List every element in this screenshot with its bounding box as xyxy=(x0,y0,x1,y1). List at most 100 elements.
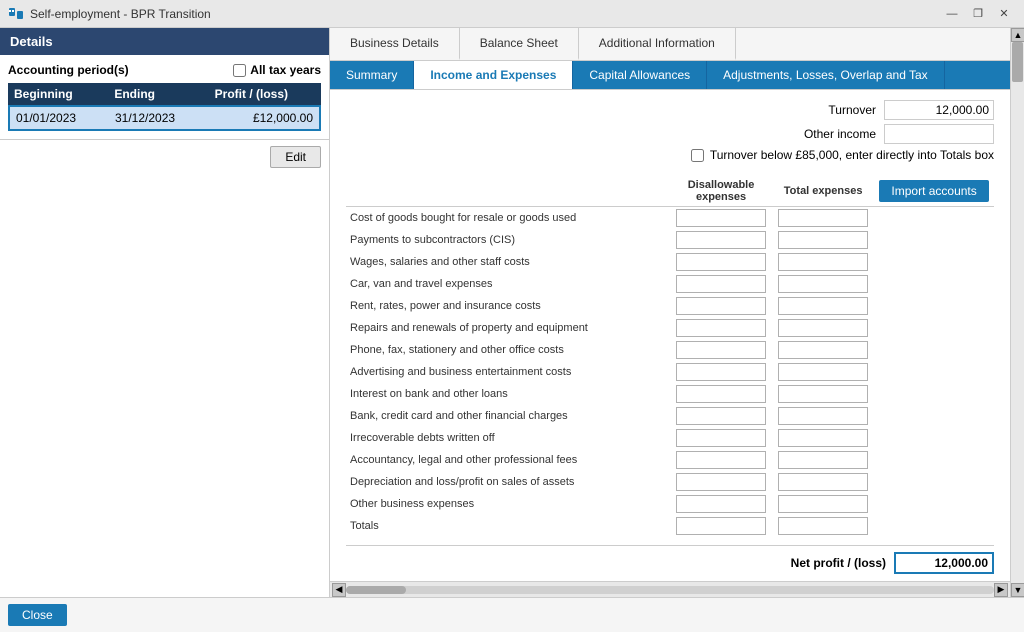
row-ending: 31/12/2023 xyxy=(115,111,214,125)
table-row: Payments to subcontractors (CIS) xyxy=(346,229,994,251)
disallowable-input[interactable] xyxy=(676,473,766,491)
edit-button[interactable]: Edit xyxy=(270,146,321,168)
expense-label: Repairs and renewals of property and equ… xyxy=(346,317,670,339)
total-input[interactable] xyxy=(778,341,868,359)
total-cell xyxy=(772,339,874,361)
disallowable-input[interactable] xyxy=(676,385,766,403)
all-tax-years-checkbox[interactable] xyxy=(233,64,246,77)
other-income-row: Other income xyxy=(786,124,994,144)
disallowable-input[interactable] xyxy=(676,275,766,293)
expense-label: Car, van and travel expenses xyxy=(346,273,670,295)
scroll-down-arrow[interactable]: ▼ xyxy=(1011,583,1024,597)
spacer-cell xyxy=(874,273,994,295)
disallowable-input[interactable] xyxy=(676,363,766,381)
col-total: Total expenses xyxy=(772,176,874,207)
total-cell xyxy=(772,207,874,230)
net-profit-row: Net profit / (loss) xyxy=(346,545,994,574)
below-85k-checkbox[interactable] xyxy=(691,149,704,162)
title-bar: Self-employment - BPR Transition — ❐ ✕ xyxy=(0,0,1024,28)
disallowable-input[interactable] xyxy=(676,429,766,447)
spacer-cell xyxy=(874,405,994,427)
below-85k-label: Turnover below £85,000, enter directly i… xyxy=(710,148,994,162)
total-input[interactable] xyxy=(778,253,868,271)
disallowable-cell xyxy=(670,361,772,383)
right-panel: Business Details Balance Sheet Additiona… xyxy=(330,28,1010,597)
disallowable-cell xyxy=(670,383,772,405)
disallowable-input[interactable] xyxy=(676,517,766,535)
tab-additional-information[interactable]: Additional Information xyxy=(579,28,736,60)
disallowable-input[interactable] xyxy=(676,451,766,469)
total-input[interactable] xyxy=(778,495,868,513)
title-bar-controls: — ❐ ✕ xyxy=(940,5,1016,23)
total-input[interactable] xyxy=(778,363,868,381)
total-input[interactable] xyxy=(778,209,868,227)
scroll-left-arrow[interactable]: ◀ xyxy=(332,583,346,597)
disallowable-input[interactable] xyxy=(676,319,766,337)
disallowable-input[interactable] xyxy=(676,341,766,359)
net-profit-input[interactable] xyxy=(894,552,994,574)
tab-business-details[interactable]: Business Details xyxy=(330,28,460,60)
horizontal-scrollbar[interactable]: ◀ ▶ xyxy=(330,581,1010,597)
total-input[interactable] xyxy=(778,297,868,315)
spacer-cell xyxy=(874,471,994,493)
expenses-table: Disallowable expenses Total expenses Imp… xyxy=(346,176,994,537)
total-input[interactable] xyxy=(778,451,868,469)
total-cell xyxy=(772,515,874,537)
disallowable-input[interactable] xyxy=(676,407,766,425)
sub-tab-adjustments[interactable]: Adjustments, Losses, Overlap and Tax xyxy=(707,61,945,89)
import-accounts-button[interactable]: Import accounts xyxy=(879,180,988,202)
spacer-cell xyxy=(874,339,994,361)
expense-label: Rent, rates, power and insurance costs xyxy=(346,295,670,317)
sub-tab-summary[interactable]: Summary xyxy=(330,61,414,89)
total-cell xyxy=(772,405,874,427)
spacer-cell xyxy=(874,515,994,537)
disallowable-cell xyxy=(670,471,772,493)
total-input[interactable] xyxy=(778,385,868,403)
close-window-button[interactable]: ✕ xyxy=(992,5,1016,23)
total-cell xyxy=(772,493,874,515)
total-input[interactable] xyxy=(778,429,868,447)
total-cell xyxy=(772,427,874,449)
main-content: Details Accounting period(s) All tax yea… xyxy=(0,28,1024,597)
total-cell xyxy=(772,361,874,383)
scroll-right-arrow[interactable]: ▶ xyxy=(994,583,1008,597)
tab-balance-sheet[interactable]: Balance Sheet xyxy=(460,28,579,60)
vertical-scrollbar[interactable]: ▲ ▼ xyxy=(1010,28,1024,597)
disallowable-input[interactable] xyxy=(676,209,766,227)
total-input[interactable] xyxy=(778,231,868,249)
disallowable-input[interactable] xyxy=(676,495,766,513)
scrollbar-thumb xyxy=(346,586,406,594)
minimize-button[interactable]: — xyxy=(940,5,964,23)
disallowable-input[interactable] xyxy=(676,253,766,271)
table-row: Accountancy, legal and other professiona… xyxy=(346,449,994,471)
col-expense-name xyxy=(346,176,670,207)
sub-tab-income-expenses[interactable]: Income and Expenses xyxy=(414,61,573,89)
scroll-up-arrow[interactable]: ▲ xyxy=(1011,28,1024,42)
sub-tab-capital-allowances[interactable]: Capital Allowances xyxy=(573,61,707,89)
restore-button[interactable]: ❐ xyxy=(966,5,990,23)
disallowable-input[interactable] xyxy=(676,231,766,249)
total-input[interactable] xyxy=(778,473,868,491)
disallowable-cell xyxy=(670,273,772,295)
expense-label: Irrecoverable debts written off xyxy=(346,427,670,449)
other-income-input[interactable] xyxy=(884,124,994,144)
disallowable-input[interactable] xyxy=(676,297,766,315)
expense-rows-body: Cost of goods bought for resale or goods… xyxy=(346,207,994,538)
total-cell xyxy=(772,273,874,295)
table-row: Repairs and renewals of property and equ… xyxy=(346,317,994,339)
total-input[interactable] xyxy=(778,319,868,337)
disallowable-cell xyxy=(670,251,772,273)
total-input[interactable] xyxy=(778,517,868,535)
disallowable-cell xyxy=(670,295,772,317)
total-input[interactable] xyxy=(778,407,868,425)
disallowable-cell xyxy=(670,229,772,251)
close-main-button[interactable]: Close xyxy=(8,604,67,626)
row-beginning: 01/01/2023 xyxy=(16,111,115,125)
table-row: Advertising and business entertainment c… xyxy=(346,361,994,383)
turnover-label: Turnover xyxy=(786,103,876,117)
total-input[interactable] xyxy=(778,275,868,293)
expense-label: Totals xyxy=(346,515,670,537)
turnover-input[interactable] xyxy=(884,100,994,120)
turnover-section: Turnover Other income Turnover below £85… xyxy=(346,100,994,168)
expense-label: Advertising and business entertainment c… xyxy=(346,361,670,383)
